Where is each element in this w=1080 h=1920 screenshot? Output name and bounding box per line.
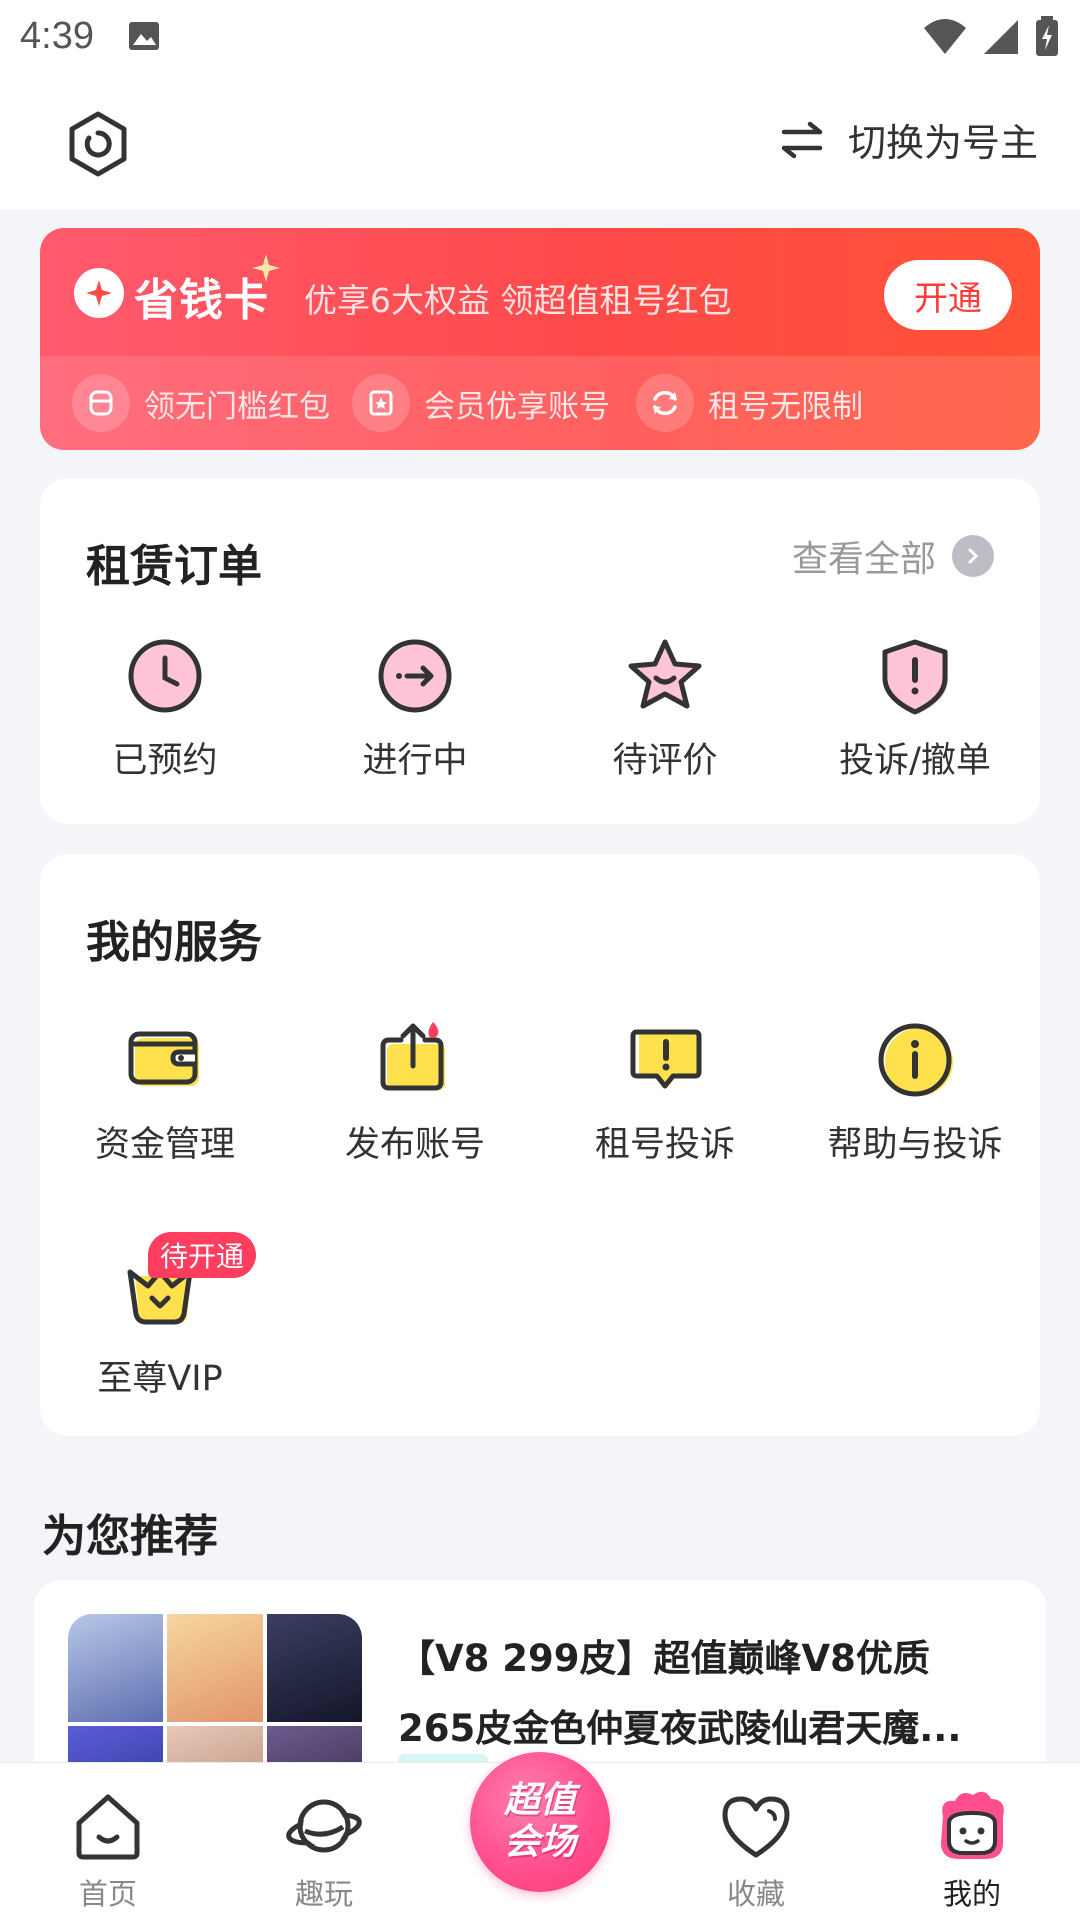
clock-icon bbox=[128, 639, 202, 713]
order-reserved[interactable]: 已预约 bbox=[40, 634, 290, 783]
avatar-icon bbox=[941, 1791, 1004, 1859]
wifi-icon bbox=[924, 19, 966, 54]
orders-title: 租赁订单 bbox=[86, 541, 262, 592]
star-icon bbox=[628, 639, 702, 709]
nav-label: 趣玩 bbox=[294, 1877, 353, 1911]
nav-mine[interactable]: 我的 bbox=[902, 1787, 1042, 1913]
promo-logo-icon bbox=[74, 268, 124, 318]
coupon-icon bbox=[72, 374, 130, 432]
image-notification-icon bbox=[128, 22, 159, 50]
recommend-item-title: 【V8 299皮】超值巅峰V8优质265皮金色仲夏夜武陵仙君天魔... bbox=[398, 1637, 962, 1750]
shield-alert-icon bbox=[882, 639, 948, 715]
status-time: 4:39 bbox=[20, 14, 94, 57]
service-label: 帮助与投诉 bbox=[827, 1125, 1003, 1165]
money-saving-card-banner[interactable]: 省钱卡 优享6大权益 领超值租号红包 开通 领无门槛红包 会员优享账号 租号无限… bbox=[40, 228, 1040, 450]
status-bar: 4:39 bbox=[0, 0, 1080, 72]
pending-activation-badge: 待开通 bbox=[148, 1232, 257, 1278]
promo-header: 省钱卡 优享6大权益 领超值租号红包 开通 bbox=[40, 228, 1040, 356]
nav-home[interactable]: 首页 bbox=[38, 1787, 178, 1913]
center-button-line1: 超值 bbox=[503, 1780, 576, 1821]
sparkle-icon bbox=[252, 254, 280, 282]
value-venue-button[interactable]: 超值 会场 bbox=[470, 1752, 610, 1892]
nav-fun[interactable]: 趣玩 bbox=[254, 1787, 394, 1913]
chevron-right-icon bbox=[952, 535, 994, 577]
services-title: 我的服务 bbox=[86, 917, 262, 968]
switch-arrows-icon bbox=[781, 121, 823, 158]
perk-member-account: 会员优享账号 bbox=[352, 374, 610, 432]
battery-icon bbox=[1036, 16, 1058, 56]
view-all-orders-link[interactable]: 查看全部 bbox=[792, 530, 994, 582]
view-all-label: 查看全部 bbox=[791, 539, 936, 580]
nav-label: 我的 bbox=[942, 1877, 1001, 1911]
order-complaint[interactable]: 投诉/撤单 bbox=[790, 634, 1040, 783]
rental-orders-card: 租赁订单 查看全部 已预约 进行中 待评价 投诉/撤单 bbox=[40, 478, 1040, 824]
upload-icon bbox=[380, 1022, 445, 1091]
recommend-title: 为您推荐 bbox=[42, 1511, 218, 1562]
order-label: 投诉/撤单 bbox=[839, 741, 991, 781]
service-publish[interactable]: 发布账号 bbox=[290, 1018, 540, 1167]
perk-unlimited: 租号无限制 bbox=[636, 374, 863, 432]
order-in-progress[interactable]: 进行中 bbox=[290, 634, 540, 783]
header: 切换为号主 bbox=[0, 72, 1080, 210]
promo-logo-text: 省钱卡 bbox=[134, 275, 269, 326]
center-button-line2: 会场 bbox=[503, 1822, 576, 1863]
perk-label: 租号无限制 bbox=[708, 388, 863, 425]
perk-label: 会员优享账号 bbox=[424, 388, 610, 425]
order-label: 已预约 bbox=[112, 741, 218, 781]
perk-red-packet: 领无门槛红包 bbox=[72, 374, 330, 432]
perk-label: 领无门槛红包 bbox=[144, 388, 330, 425]
home-icon bbox=[76, 1794, 140, 1860]
order-label: 待评价 bbox=[612, 741, 718, 781]
open-membership-button[interactable]: 开通 bbox=[884, 260, 1012, 330]
switch-role-label: 切换为号主 bbox=[847, 121, 1038, 165]
promo-description: 优享6大权益 领超值租号红包 bbox=[304, 281, 732, 320]
switch-role-button[interactable]: 切换为号主 bbox=[780, 112, 1038, 167]
wallet-icon bbox=[128, 1031, 199, 1086]
complaint-icon bbox=[630, 1029, 702, 1089]
heart-icon bbox=[722, 1796, 790, 1858]
settings-icon[interactable] bbox=[64, 110, 132, 178]
planet-icon bbox=[286, 1799, 362, 1853]
my-services-card: 我的服务 资金管理 发布账号 租号投诉 帮助与投诉 至尊VIP bbox=[40, 854, 1040, 1436]
service-funds[interactable]: 资金管理 bbox=[40, 1018, 290, 1167]
service-complaint[interactable]: 租号投诉 bbox=[540, 1018, 790, 1167]
order-to-review[interactable]: 待评价 bbox=[540, 634, 790, 783]
service-label: 租号投诉 bbox=[594, 1125, 735, 1165]
service-label: 资金管理 bbox=[94, 1125, 235, 1165]
signal-icon bbox=[984, 20, 1018, 54]
service-label: 至尊VIP bbox=[97, 1359, 223, 1399]
order-label: 进行中 bbox=[362, 741, 468, 781]
promo-perks: 领无门槛红包 会员优享账号 租号无限制 bbox=[40, 356, 1040, 450]
service-help[interactable]: 帮助与投诉 bbox=[790, 1018, 1040, 1167]
nav-label: 收藏 bbox=[726, 1877, 785, 1911]
refresh-icon bbox=[636, 374, 694, 432]
member-badge-icon bbox=[352, 374, 410, 432]
arrow-circle-icon bbox=[378, 639, 452, 713]
info-icon bbox=[878, 1023, 953, 1097]
service-label: 发布账号 bbox=[344, 1125, 485, 1165]
nav-favorites[interactable]: 收藏 bbox=[686, 1787, 826, 1913]
nav-label: 首页 bbox=[78, 1877, 137, 1911]
